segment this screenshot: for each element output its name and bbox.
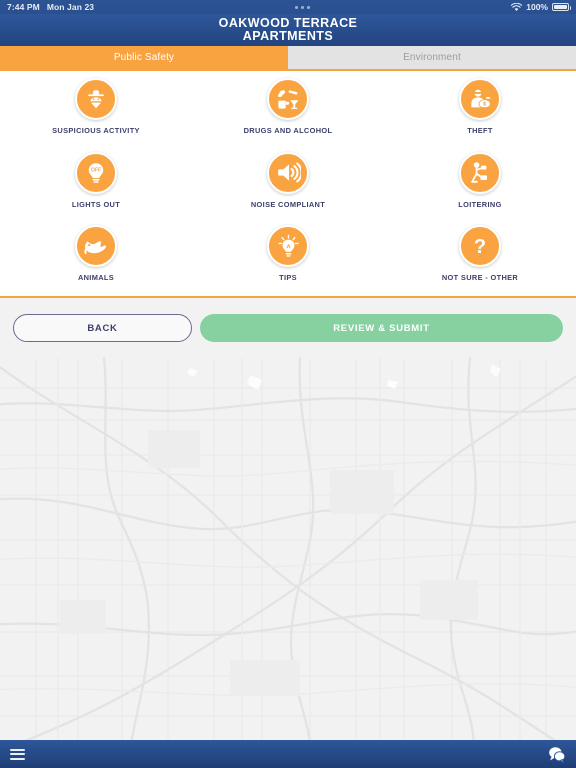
category-icon-circle (75, 225, 117, 268)
category-lights-out[interactable]: OFF LIGHTS OUT (0, 151, 192, 226)
category-icon-circle (267, 151, 309, 194)
category-noise-compliant[interactable]: NOISE COMPLIANT (192, 151, 384, 226)
category-panel: SUSPICIOUS ACTIVITY DRUGS AND ALCOHOL $ … (0, 71, 576, 298)
category-label: LOITERING (458, 199, 502, 209)
review-and-submit-button[interactable]: REVIEW & SUBMIT (200, 314, 563, 342)
app-root: 7:44 PM Mon Jan 23 100% OAKWOOD TERRACE … (0, 0, 576, 768)
dot (295, 5, 299, 9)
burglar-moneybag-icon: $ (468, 87, 492, 111)
svg-text:$: $ (483, 102, 486, 108)
category-icon-circle (267, 225, 309, 268)
lightbulb-off-icon: OFF (84, 161, 108, 185)
lightbulb-idea-icon (276, 234, 301, 259)
status-bar: 7:44 PM Mon Jan 23 100% (0, 0, 576, 14)
category-animals[interactable]: ANIMALS (0, 225, 192, 299)
category-loitering[interactable]: LOITERING (384, 151, 576, 226)
category-icon-circle (75, 78, 117, 120)
app-header: OAKWOOD TERRACE APARTMENTS (0, 14, 576, 46)
category-icon-circle: $ (459, 78, 501, 120)
tab-public-safety-label: Public Safety (113, 52, 175, 63)
status-time: 7:44 PM (7, 2, 40, 12)
action-bar: BACK REVIEW & SUBMIT (0, 300, 576, 356)
animal-icon (83, 235, 109, 257)
category-label: DRUGS AND ALCOHOL (243, 126, 333, 135)
svg-text:?: ? (474, 236, 486, 258)
back-button-label: BACK (87, 322, 118, 334)
status-date: Mon Jan 23 (46, 2, 95, 12)
category-drugs-and-alcohol[interactable]: DRUGS AND ALCOHOL (192, 78, 384, 152)
category-label: LIGHTS OUT (71, 199, 121, 209)
category-label: NOISE COMPLIANT (250, 199, 326, 209)
category-not-sure-other[interactable]: ? NOT SURE - OTHER (384, 225, 576, 299)
battery-percent-label: 100% (526, 2, 548, 12)
tab-environment-label: Environment (403, 52, 461, 63)
detective-icon (84, 87, 108, 111)
wifi-icon (511, 2, 523, 12)
category-label: THEFT (467, 126, 493, 135)
category-tips[interactable]: TIPS (192, 225, 384, 299)
status-bar-right: 100% (511, 2, 576, 12)
tab-public-safety[interactable]: Public Safety (0, 46, 288, 69)
bottom-toolbar (0, 740, 576, 768)
hamburger-menu-icon[interactable] (10, 748, 25, 760)
speaker-sound-icon (276, 160, 301, 185)
category-label: SUSPICIOUS ACTIVITY (52, 126, 140, 135)
back-button[interactable]: BACK (13, 314, 192, 342)
category-theft[interactable]: $ THEFT (384, 78, 576, 152)
review-and-submit-label: REVIEW & SUBMIT (333, 322, 430, 334)
dot (301, 5, 305, 9)
category-icon-circle (267, 78, 309, 120)
page-title-line2: APARTMENTS (242, 29, 334, 43)
category-label: NOT SURE - OTHER (441, 273, 519, 283)
category-icon-circle: ? (459, 225, 501, 268)
category-suspicious-activity[interactable]: SUSPICIOUS ACTIVITY (0, 78, 192, 152)
battery-icon (552, 3, 571, 11)
svg-text:OFF: OFF (91, 167, 101, 173)
dot (307, 5, 311, 9)
category-grid: SUSPICIOUS ACTIVITY DRUGS AND ALCOHOL $ … (0, 71, 576, 299)
drugs-alcohol-icon (276, 87, 301, 112)
tab-environment[interactable]: Environment (288, 46, 576, 69)
person-sitting-icon (468, 160, 493, 185)
status-bar-left: 7:44 PM Mon Jan 23 (0, 2, 94, 12)
category-label: TIPS (279, 273, 297, 283)
category-icon-circle: OFF (75, 151, 117, 194)
tab-bar: Public Safety Environment (0, 46, 576, 71)
chat-bubble-icon[interactable] (547, 745, 566, 764)
category-icon-circle (459, 151, 501, 194)
multitask-dots-icon[interactable] (94, 5, 511, 9)
category-label: ANIMALS (77, 273, 115, 283)
question-mark-icon: ? (468, 234, 492, 258)
